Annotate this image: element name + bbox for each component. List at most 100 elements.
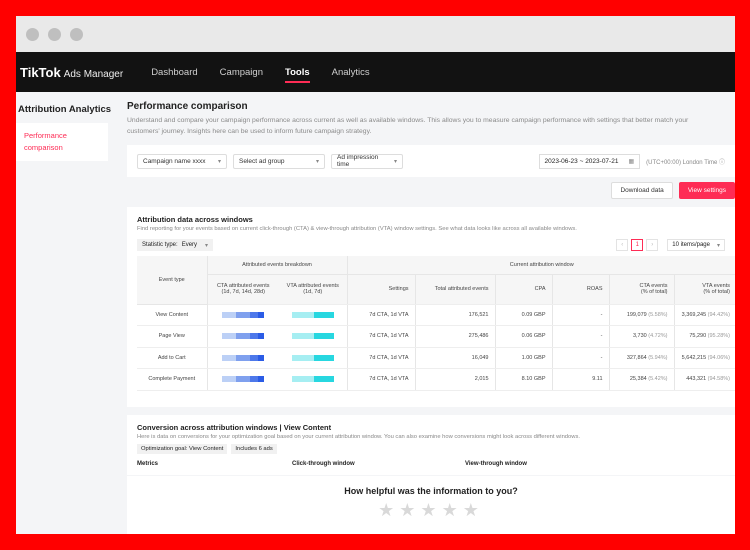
cell-cta-bar <box>207 368 279 391</box>
cell-cta-bar <box>207 347 279 369</box>
cell-cta-events: 199,079 (5.58%) <box>609 304 675 326</box>
conversion-tags: Optimization goal: View Content Includes… <box>137 444 725 454</box>
cell-cta-events: 3,730 (4.72%) <box>609 325 675 348</box>
header-cta-events-sub: (% of total) <box>640 289 668 295</box>
cta-bar-segment <box>236 354 251 361</box>
prev-page-button[interactable]: ‹ <box>616 239 629 251</box>
cell-roas: - <box>552 347 610 369</box>
cell-total: 16,049 <box>415 347 496 369</box>
tiktok-logo[interactable]: TikTok Ads Manager <box>20 65 123 80</box>
brand-subtitle: Ads Manager <box>63 68 124 80</box>
window-minimize-dot[interactable] <box>48 27 61 41</box>
table-row: Page View 7d CTA, 1d VTA 275,486 0.06 GBP -3… <box>137 325 735 348</box>
page-number[interactable]: 1 <box>631 239 644 251</box>
chevron-down-icon: ▾ <box>716 242 720 249</box>
vta-events-pct: (94.06%) <box>707 354 730 361</box>
cta-bar-segment <box>236 376 251 383</box>
cta-bar-segment <box>222 311 237 318</box>
attribution-title: Attribution data across windows <box>137 215 253 224</box>
items-per-page-select[interactable]: 10 items/page ▾ <box>667 239 725 251</box>
vta-bar-segment <box>313 354 334 361</box>
cell-vta-events: 443,321 (94.58%) <box>674 368 735 391</box>
cta-bar-segment <box>250 333 259 340</box>
header-cta-events: CTA events (% of total) <box>609 274 675 305</box>
vta-events-pct: (94.58%) <box>707 376 730 383</box>
cta-events-value: 199,079 <box>626 311 647 318</box>
header-vta-attributed-sub: (1d, 7d) <box>303 289 323 295</box>
cta-bar-segment <box>258 376 265 383</box>
ad-group-select[interactable]: Select ad group ▾ <box>233 153 325 169</box>
attribution-table-body: View Content 7d CTA, 1d VTA 176,521 0.09 GB… <box>137 304 735 391</box>
vta-events-value: 443,321 <box>686 376 707 383</box>
cell-cpa: 0.06 GBP <box>495 325 553 348</box>
timezone-value: (UTC+00:00) London Time <box>646 159 718 166</box>
vta-bar-segment <box>313 311 334 318</box>
feedback-question: How helpful was the information to you? <box>344 486 518 496</box>
vta-events-pct: (95.28%) <box>707 333 730 340</box>
statistic-type-select[interactable]: Statistic type: Every ▾ <box>137 239 214 251</box>
vta-events-value: 3,369,245 <box>681 311 707 318</box>
cell-vta-events: 75,290 (95.28%) <box>674 325 735 348</box>
nav-item-analytics[interactable]: Analytics <box>332 52 370 92</box>
vta-bar-segment <box>291 376 314 383</box>
impression-time-select[interactable]: Ad impression time ▾ <box>331 153 403 169</box>
chevron-down-icon: ▾ <box>315 158 319 165</box>
page-title: Performance comparison <box>127 101 248 112</box>
sidebar-item-performance-comparison[interactable]: Performance comparison <box>16 123 108 161</box>
table-row: Complete Payment 7d CTA, 1d VTA 2,015 8.10 … <box>137 368 735 391</box>
conversion-columns: Metrics Click-through window View-throug… <box>137 461 725 467</box>
cta-bar-segment <box>258 354 265 361</box>
timezone-label: (UTC+00:00) London Time ⓘ <box>646 157 725 166</box>
next-page-button[interactable]: › <box>646 239 659 251</box>
cta-bar-segment <box>250 311 259 318</box>
cta-bar-segment <box>222 333 237 340</box>
nav-item-dashboard[interactable]: Dashboard <box>151 52 197 92</box>
campaign-select[interactable]: Campaign name xxxx ▾ <box>137 153 227 169</box>
attribution-table: Event type Attributed events breakdown C… <box>137 256 735 391</box>
cta-events-pct: (5.58%) <box>648 311 668 318</box>
filter-bar: Campaign name xxxx ▾ Select ad group ▾ Ad … <box>127 145 735 177</box>
header-cpa: CPA <box>495 274 553 305</box>
sidebar: Attribution Analytics Performance compar… <box>16 92 116 161</box>
cta-events-value: 3,730 <box>632 333 647 340</box>
window-chrome <box>16 16 735 52</box>
ad-group-select-value: Select ad group <box>239 157 285 165</box>
window-close-dot[interactable] <box>26 27 39 41</box>
cell-cta-events: 25,384 (5.42%) <box>609 368 675 391</box>
feedback-panel: How helpful was the information to you? … <box>127 476 735 534</box>
header-breakdown: Attributed events breakdown <box>207 256 348 275</box>
statistic-type-value: Every <box>181 242 198 248</box>
cell-total: 275,486 <box>415 325 496 348</box>
cta-events-value: 327,864 <box>626 354 647 361</box>
vta-breakdown-bar <box>291 354 334 361</box>
cta-bar-segment <box>258 311 265 318</box>
cta-bar-segment <box>250 376 259 383</box>
nav-item-tools[interactable]: Tools <box>284 52 310 92</box>
cell-cpa: 1.00 GBP <box>495 347 553 369</box>
statistic-type-label: Statistic type: <box>142 242 178 248</box>
window-maximize-dot[interactable] <box>70 27 83 41</box>
header-roas: ROAS <box>552 274 610 305</box>
cell-vta-events: 5,642,215 (94.06%) <box>674 347 735 369</box>
chevron-down-icon: ▾ <box>205 242 209 249</box>
vta-events-value: 75,290 <box>689 333 707 340</box>
cta-events-pct: (4.72%) <box>648 333 668 340</box>
nav-item-campaign[interactable]: Campaign <box>220 52 263 92</box>
vta-bar-segment <box>313 376 334 383</box>
conversion-description: Here is data on conversions for your opt… <box>137 434 580 440</box>
star-rating[interactable]: ★★★★★ <box>127 500 735 521</box>
pagination: ‹ 1 › 10 items/page ▾ <box>616 239 725 251</box>
sidebar-title: Attribution Analytics <box>18 104 112 115</box>
download-data-button[interactable]: Download data <box>611 182 673 199</box>
cta-bar-segment <box>250 354 259 361</box>
date-range-picker[interactable]: 2023-06-23 ~ 2023-07-21 ▦ <box>538 153 641 169</box>
cell-vta-bar <box>279 347 348 369</box>
nav-items: Dashboard Campaign Tools Analytics <box>151 52 370 92</box>
cell-vta-events: 3,369,245 (94.42%) <box>674 304 735 326</box>
cell-vta-bar <box>279 304 348 326</box>
cell-cpa: 8.10 GBP <box>495 368 553 391</box>
vta-bar-segment <box>291 333 314 340</box>
header-vta-events-sub: (% of total) <box>703 289 730 295</box>
header-cta-attributed-sub: (1d, 7d, 14d, 28d) <box>221 289 265 295</box>
view-settings-button[interactable]: View settings <box>678 182 735 199</box>
